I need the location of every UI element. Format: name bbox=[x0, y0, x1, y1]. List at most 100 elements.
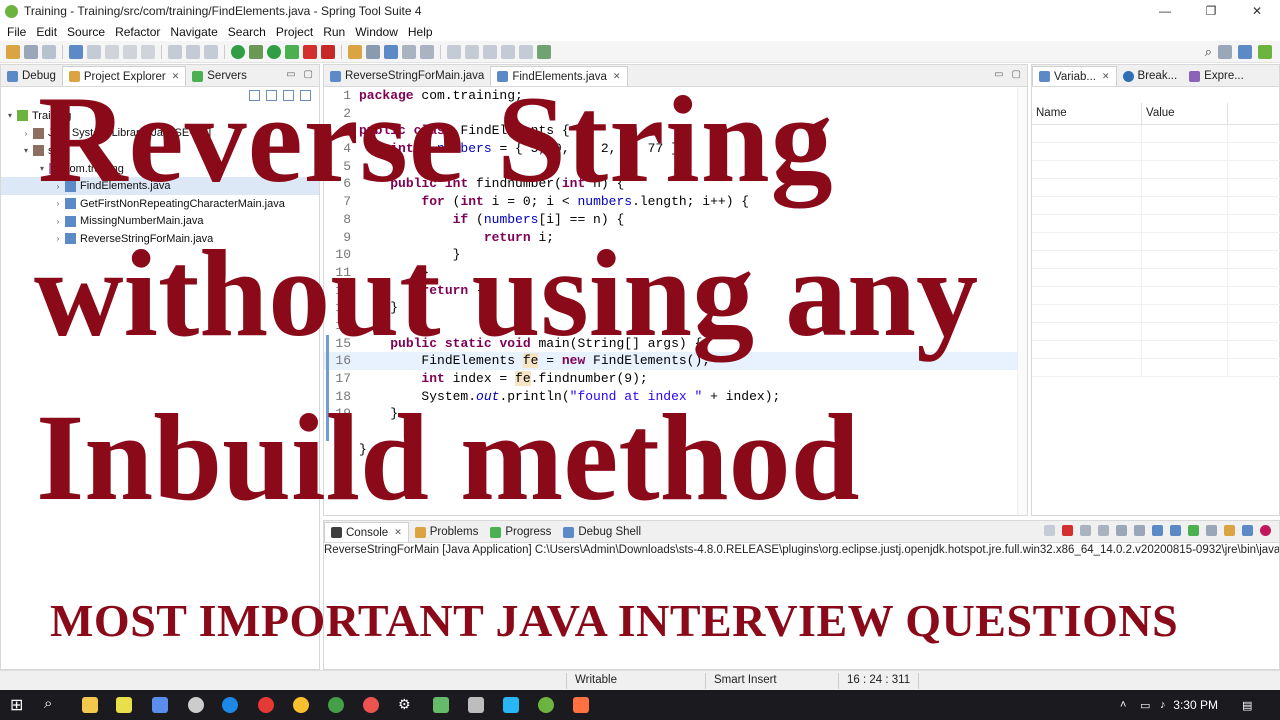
column-name[interactable]: Name bbox=[1032, 103, 1142, 124]
step-into-icon[interactable] bbox=[168, 44, 182, 59]
column-value[interactable]: Value bbox=[1142, 103, 1228, 124]
debug-icon[interactable] bbox=[249, 44, 263, 59]
close-button[interactable]: ✕ bbox=[1234, 0, 1280, 22]
pin-console-icon[interactable] bbox=[1188, 525, 1199, 536]
variables-row bbox=[1032, 179, 1280, 197]
back-icon[interactable] bbox=[501, 44, 515, 59]
chrome-canary-icon[interactable] bbox=[293, 697, 309, 713]
tab-breakpoints[interactable]: Break... bbox=[1117, 66, 1184, 86]
tab-variables[interactable]: Variab... ✕ bbox=[1032, 66, 1117, 86]
word-wrap-icon[interactable] bbox=[1134, 525, 1145, 536]
show-on-output-icon[interactable] bbox=[1152, 525, 1163, 536]
overlay-title-line-3: Inbuild method bbox=[36, 389, 860, 526]
spring-perspective-icon[interactable] bbox=[1258, 45, 1272, 59]
search-icon[interactable]: ⌕ bbox=[1205, 44, 1212, 60]
menu-source[interactable]: Source bbox=[62, 25, 110, 39]
windows-start-icon[interactable]: ⊞ bbox=[10, 695, 26, 714]
toggle-mark-occurrences-icon[interactable] bbox=[384, 44, 398, 59]
close-tab-icon[interactable]: ✕ bbox=[394, 527, 402, 538]
step-return-icon[interactable] bbox=[204, 44, 218, 59]
spring-taskbar-icon[interactable] bbox=[538, 697, 554, 713]
taskbar-clock[interactable]: 3:30 PM bbox=[1173, 698, 1218, 712]
console-view-menu-icon[interactable] bbox=[1242, 525, 1253, 536]
menu-navigate[interactable]: Navigate bbox=[165, 25, 222, 39]
editor-scrollbar[interactable] bbox=[1017, 87, 1027, 515]
forward-icon[interactable] bbox=[519, 44, 533, 59]
terminal-icon[interactable] bbox=[69, 44, 83, 59]
save-all-icon[interactable] bbox=[42, 44, 56, 59]
tray-volume-icon[interactable]: ♪ bbox=[1160, 699, 1172, 711]
skip-breakpoints-icon[interactable] bbox=[87, 44, 101, 59]
chrome-icon[interactable] bbox=[363, 697, 379, 713]
previous-annotation-icon[interactable] bbox=[465, 44, 479, 59]
pin-editor-icon[interactable] bbox=[537, 44, 551, 59]
close-tab-icon[interactable]: ✕ bbox=[1102, 71, 1110, 82]
maximize-button[interactable]: ❐ bbox=[1188, 0, 1234, 22]
menu-refactor[interactable]: Refactor bbox=[110, 25, 165, 39]
menu-window[interactable]: Window bbox=[350, 25, 403, 39]
status-insert-mode: Smart Insert bbox=[714, 674, 777, 686]
opera-icon[interactable] bbox=[258, 697, 274, 713]
network-icon[interactable] bbox=[152, 697, 168, 713]
save-icon[interactable] bbox=[24, 44, 38, 59]
tab-expressions[interactable]: Expre... bbox=[1183, 66, 1250, 86]
minimize-button[interactable]: — bbox=[1142, 0, 1188, 22]
remove-all-terminated-icon[interactable] bbox=[1080, 525, 1091, 536]
tree-expand-icon[interactable]: ▾ bbox=[5, 111, 15, 120]
open-console-icon[interactable] bbox=[1224, 525, 1235, 536]
step-over-icon[interactable] bbox=[186, 44, 200, 59]
app-folder-icon[interactable] bbox=[468, 697, 484, 713]
menu-search[interactable]: Search bbox=[223, 25, 271, 39]
spring-console-icon[interactable] bbox=[1260, 525, 1271, 536]
spring-boot-icon[interactable] bbox=[231, 44, 245, 59]
debug-view-icon bbox=[7, 70, 18, 82]
relaunch-icon[interactable] bbox=[321, 44, 335, 59]
app-green-icon[interactable] bbox=[328, 697, 344, 713]
clear-console-icon[interactable] bbox=[1098, 525, 1109, 536]
menu-help[interactable]: Help bbox=[403, 25, 438, 39]
suspend-icon[interactable] bbox=[123, 44, 137, 59]
show-whitespace-icon[interactable] bbox=[420, 44, 434, 59]
tray-arrow-icon[interactable]: ˄ bbox=[1120, 699, 1132, 711]
file-explorer-icon[interactable] bbox=[82, 697, 98, 713]
display-console-icon[interactable] bbox=[1206, 525, 1217, 536]
settings-icon[interactable]: ⚙ bbox=[398, 696, 414, 712]
terminate-icon[interactable] bbox=[141, 44, 155, 59]
java-perspective-icon[interactable] bbox=[1238, 45, 1252, 59]
scroll-lock-icon[interactable] bbox=[1116, 525, 1127, 536]
maximize-view-icon[interactable]: ▢ bbox=[1012, 69, 1021, 80]
overlay-title-line-2: without using any bbox=[34, 225, 979, 362]
remove-launch-icon[interactable] bbox=[1044, 525, 1055, 536]
app-download-icon[interactable] bbox=[503, 697, 519, 713]
show-on-error-icon[interactable] bbox=[1170, 525, 1181, 536]
search-toolbar-icon[interactable] bbox=[366, 44, 380, 59]
notification-icon[interactable]: ▤ bbox=[1242, 699, 1254, 712]
new-file-icon[interactable] bbox=[6, 44, 20, 59]
search-taskbar-icon[interactable]: ⌕ bbox=[44, 695, 60, 712]
minimize-view-icon[interactable]: ▭ bbox=[994, 69, 1003, 80]
open-perspective-icon[interactable] bbox=[1218, 45, 1232, 59]
block-selection-icon[interactable] bbox=[402, 44, 416, 59]
tree-expand-icon[interactable]: ▾ bbox=[21, 146, 31, 155]
app-orange-icon[interactable] bbox=[573, 697, 589, 713]
next-annotation-icon[interactable] bbox=[447, 44, 461, 59]
open-type-icon[interactable] bbox=[348, 44, 362, 59]
menu-project[interactable]: Project bbox=[271, 25, 318, 39]
menu-edit[interactable]: Edit bbox=[31, 25, 62, 39]
code-line[interactable]: 17 int index = fe.findnumber(9); bbox=[324, 370, 1021, 388]
stop-icon[interactable] bbox=[303, 44, 317, 59]
app-monitor-icon[interactable] bbox=[433, 697, 449, 713]
tree-expand-icon[interactable]: › bbox=[21, 129, 31, 138]
last-edit-icon[interactable] bbox=[483, 44, 497, 59]
menu-file[interactable]: File bbox=[2, 25, 31, 39]
edge-icon[interactable] bbox=[222, 697, 238, 713]
tray-network-icon[interactable]: ▭ bbox=[1140, 699, 1152, 712]
resume-icon[interactable] bbox=[105, 44, 119, 59]
paint-icon[interactable] bbox=[188, 697, 204, 713]
menu-run[interactable]: Run bbox=[318, 25, 350, 39]
run-icon[interactable] bbox=[267, 44, 281, 59]
terminate-console-icon[interactable] bbox=[1062, 525, 1073, 536]
notepad-icon[interactable] bbox=[116, 697, 132, 713]
spring-tool-suite-icon bbox=[5, 4, 18, 18]
coverage-icon[interactable] bbox=[285, 44, 299, 59]
